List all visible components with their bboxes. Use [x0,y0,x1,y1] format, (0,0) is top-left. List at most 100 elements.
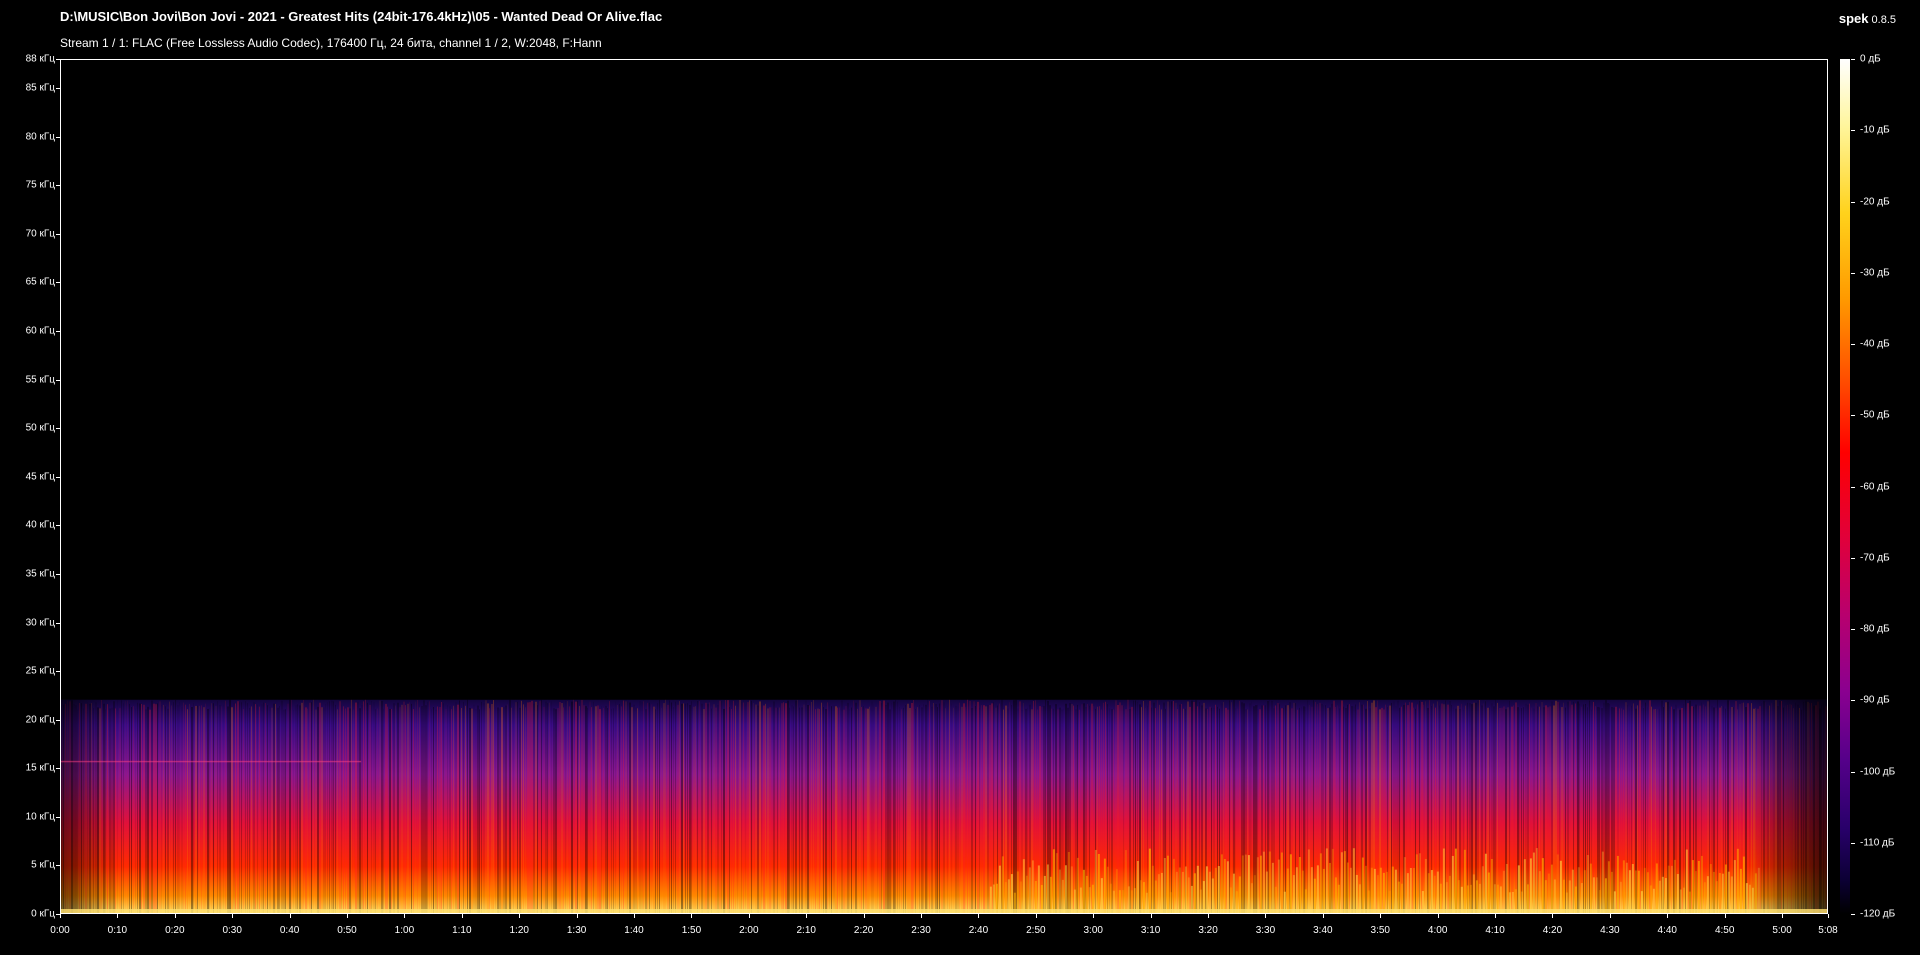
time-tick-label: 2:20 [853,925,874,936]
time-tick-label: 2:50 [1026,925,1046,936]
time-tick [519,914,521,918]
time-tick [1265,914,1267,918]
db-tick-label: -20 дБ [1860,196,1890,207]
stream-info: Stream 1 / 1: FLAC (Free Lossless Audio … [60,36,602,50]
frequency-tick [56,476,60,478]
frequency-tick-label: 55 кГц [25,374,55,386]
frequency-tick [56,622,60,624]
app-name: spek [1838,11,1869,26]
db-tick-label: -100 дБ [1860,766,1896,777]
frequency-tick [56,379,60,381]
time-tick [1495,914,1497,918]
time-tick-label: 5:00 [1772,925,1792,936]
time-tick-label: 2:00 [739,925,759,936]
time-tick [978,914,980,918]
db-tick-label: -80 дБ [1860,623,1890,635]
frequency-tick [56,331,60,333]
time-tick-label: 3:50 [1370,925,1390,936]
time-tick-label: 1:10 [452,925,472,936]
time-tick-label: 3:30 [1255,925,1276,936]
db-colorbar [1840,59,1850,914]
frequency-tick-label: 70 кГц [25,228,55,240]
frequency-tick [56,816,60,818]
time-tick-label: 0:50 [337,925,357,936]
time-tick-label: 3:20 [1198,925,1218,936]
time-tick-label: 5:08 [1818,925,1838,936]
time-tick [1828,914,1829,918]
db-tick-label: -70 дБ [1860,552,1890,564]
frequency-tick-label: 5 кГц [31,859,55,871]
frequency-tick [56,573,60,575]
db-tick [1851,771,1855,773]
frequency-tick-label: 75 кГц [25,179,55,191]
frequency-tick [56,865,60,867]
app-brand: spek 0.8.5 [1839,10,1896,28]
time-tick-label: 1:30 [566,925,587,936]
time-tick-label: 1:50 [681,925,702,936]
time-tick-label: 1:20 [509,925,529,936]
frequency-tick [56,59,60,60]
time-tick [1208,914,1210,918]
frequency-tick-label: 80 кГц [25,131,55,143]
time-tick [921,914,923,918]
time-tick-label: 4:40 [1657,925,1677,936]
db-tick-label: -60 дБ [1860,481,1890,492]
file-path-title: D:\MUSIC\Bon Jovi\Bon Jovi - 2021 - Grea… [60,9,663,24]
time-tick [404,914,406,918]
frequency-tick-label: 35 кГц [25,568,55,580]
time-tick-label: 4:00 [1427,925,1448,936]
frequency-tick-label: 20 кГц [25,714,55,726]
db-tick-label: -90 дБ [1860,694,1890,706]
time-tick [347,914,348,918]
spek-window: D:\MUSIC\Bon Jovi\Bon Jovi - 2021 - Grea… [0,0,1920,955]
db-tick [1851,914,1855,915]
time-tick-label: 2:10 [796,925,816,936]
frequency-tick [56,88,60,90]
time-tick-label: 0:30 [222,925,242,936]
time-tick-label: 4:50 [1714,925,1735,936]
time-tick-label: 3:00 [1083,925,1103,936]
frequency-tick-label: 25 кГц [25,665,55,677]
time-tick-label: 2:40 [968,925,989,936]
time-tick-label: 4:20 [1542,925,1563,936]
frequency-tick [56,719,60,721]
time-tick-label: 0:40 [279,925,300,936]
time-tick [576,914,578,918]
db-tick [1851,344,1855,345]
db-tick [1851,700,1855,702]
time-tick [1322,914,1324,918]
time-tick [289,914,291,918]
db-tick [1851,415,1855,417]
frequency-tick [56,233,60,235]
db-tick-label: -30 дБ [1860,267,1890,279]
frequency-tick [56,428,60,430]
db-tick-label: 0 дБ [1860,53,1881,65]
time-tick [634,914,636,918]
spectrogram-dc-line [61,909,1827,913]
db-tick [1851,272,1855,274]
frequency-tick-label: 40 кГц [25,519,55,531]
time-tick-label: 0:20 [165,925,185,936]
db-tick [1851,201,1855,203]
time-tick [117,914,119,918]
time-tick-label: 1:00 [394,925,415,936]
time-tick [174,914,176,918]
frequency-tick [56,185,60,187]
time-tick [60,914,61,918]
spectrogram-image [61,60,1827,913]
time-tick-label: 4:10 [1485,925,1505,936]
db-tick-label: -10 дБ [1860,124,1890,136]
db-tick-label: -40 дБ [1860,338,1890,350]
app-version: 0.8.5 [1871,14,1896,26]
time-tick [691,914,693,918]
db-tick [1851,59,1855,60]
spectrogram-plot [60,59,1828,914]
time-tick [1552,914,1554,918]
frequency-tick-label: 0 кГц [31,908,55,920]
time-tick [1782,914,1784,918]
frequency-tick-label: 30 кГц [25,617,55,629]
frequency-tick [56,136,60,138]
time-tick [1667,914,1669,918]
time-tick-label: 3:10 [1140,925,1161,936]
db-tick [1851,842,1855,844]
